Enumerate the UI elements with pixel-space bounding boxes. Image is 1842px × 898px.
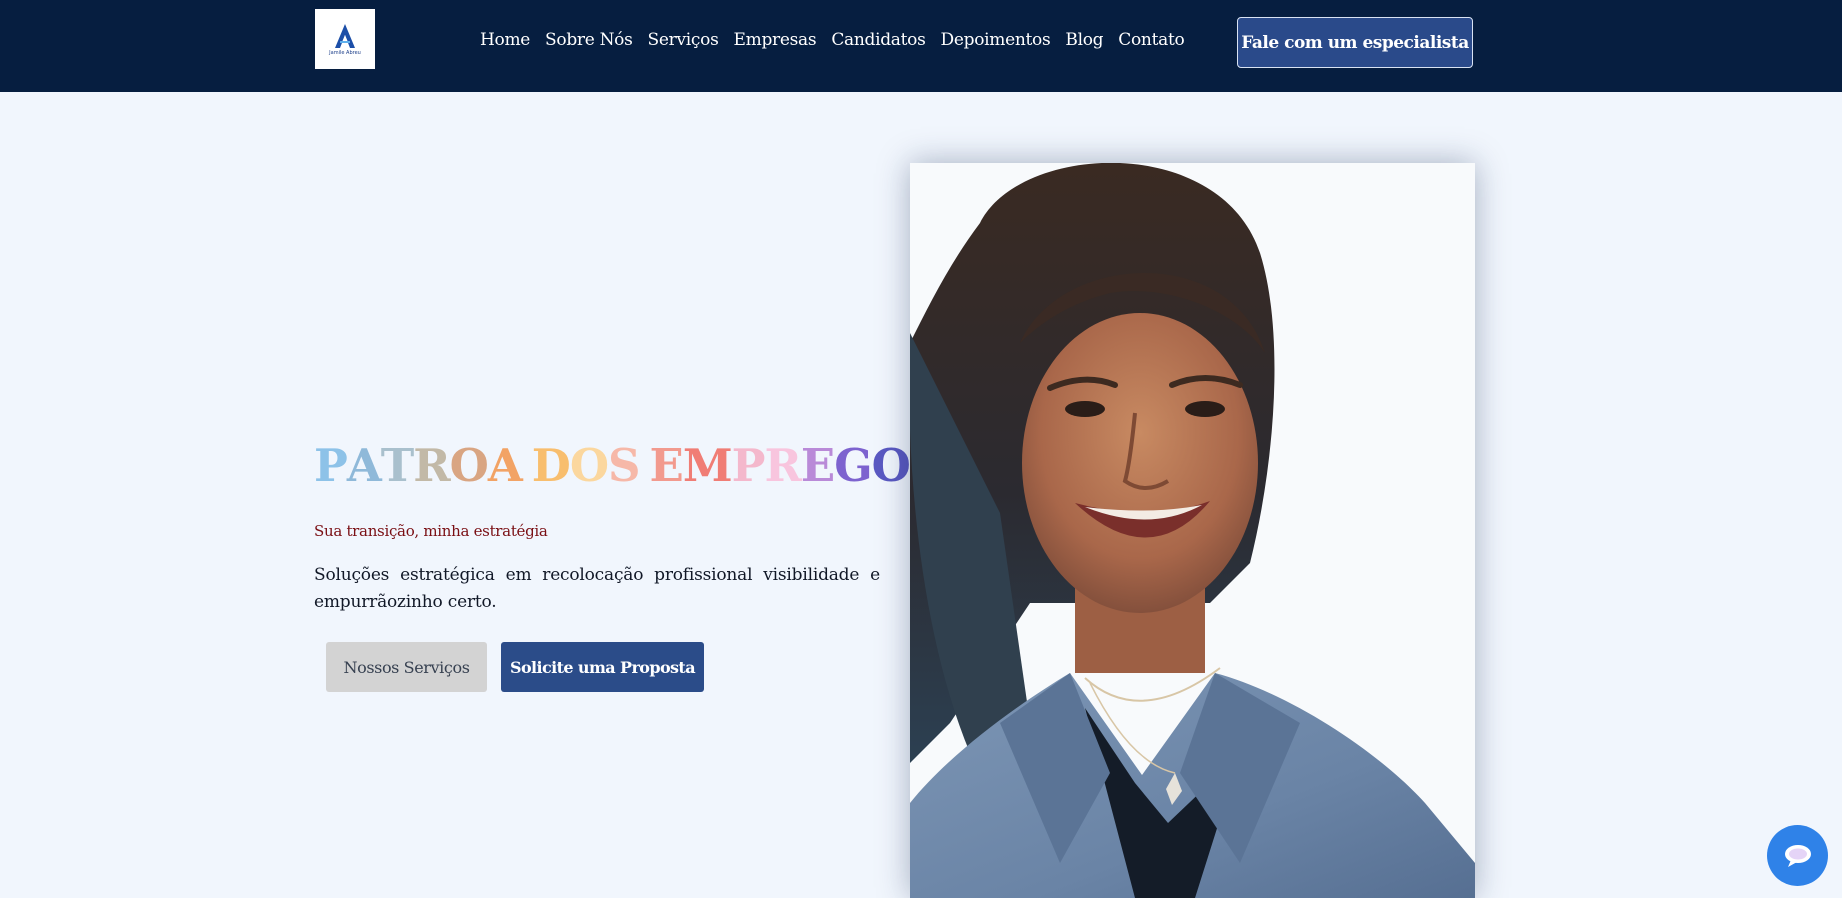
hero-title-letter: S [608, 439, 640, 492]
nav-sobre-nos[interactable]: Sobre Nós [545, 30, 633, 50]
hero-title-letter: O [569, 439, 609, 492]
hero-subtitle: Sua transição, minha estratégia [314, 522, 548, 540]
nav-empresas[interactable]: Empresas [734, 30, 817, 50]
chat-button[interactable] [1767, 825, 1828, 886]
hero-title-letter: T [380, 439, 414, 492]
hero-title-letter: R [764, 439, 802, 492]
specialist-button[interactable]: Fale com um especialista [1237, 17, 1473, 68]
nav-depoimentos[interactable]: Depoimentos [941, 30, 1051, 50]
site-header: Jamile Abreu Home Sobre Nós Serviços Emp… [0, 0, 1842, 92]
hero-description: Soluções estratégica em recolocação prof… [314, 565, 880, 612]
hero-title-letter: P [314, 439, 348, 492]
hero-title-letter [522, 440, 532, 492]
hero-title-letter: O [871, 439, 911, 492]
hero-title: PATROA DOS EMPREGOS [314, 439, 942, 492]
site-logo[interactable]: Jamile Abreu [315, 9, 375, 69]
profile-photo [910, 163, 1475, 898]
hero-title-letter: G [834, 439, 872, 492]
hero-title-letter: A [487, 439, 523, 492]
hero-title-letter: P [731, 439, 766, 492]
letter-a-logo-icon [335, 23, 355, 48]
nav-candidatos[interactable]: Candidatos [831, 30, 926, 50]
proposal-button[interactable]: Solicite uma Proposta [501, 642, 704, 692]
hero-title-letter: E [800, 439, 835, 492]
hero-title-letter: A [346, 439, 382, 492]
hero-title-letter: M [682, 439, 733, 492]
main-nav: Home Sobre Nós Serviços Empresas Candida… [480, 30, 1185, 50]
nav-home[interactable]: Home [480, 30, 530, 50]
logo-text: Jamile Abreu [329, 49, 361, 56]
hero-title-letter: D [531, 439, 571, 492]
nav-contato[interactable]: Contato [1118, 30, 1184, 50]
hero-title-letter: E [649, 439, 684, 492]
hero-title-letter: O [449, 439, 489, 492]
woman-portrait-image [910, 163, 1475, 898]
nav-blog[interactable]: Blog [1065, 30, 1103, 50]
hero-title-letter: R [413, 439, 450, 492]
hero-title-letter [640, 440, 650, 492]
nav-servicos[interactable]: Serviços [648, 30, 719, 50]
chat-bubble-icon [1784, 844, 1811, 867]
services-button[interactable]: Nossos Serviços [326, 642, 487, 692]
